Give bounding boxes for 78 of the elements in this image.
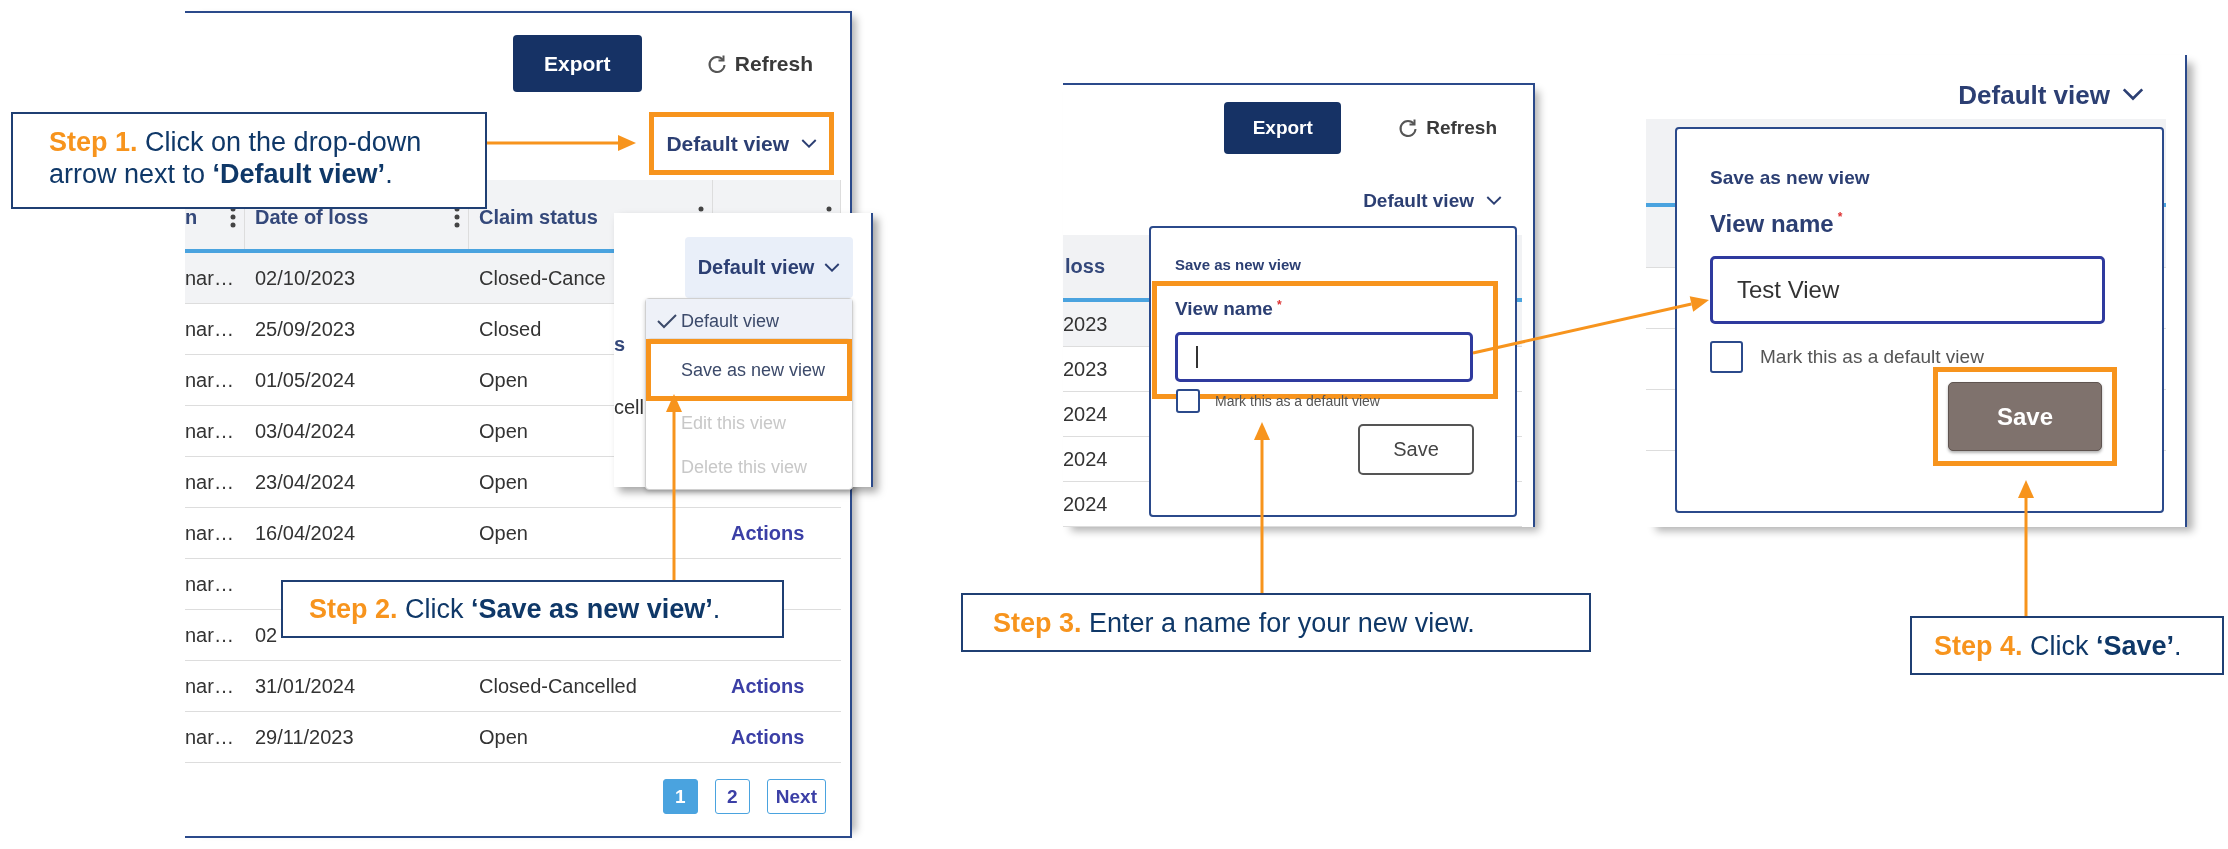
table-cell: nar… — [185, 266, 234, 290]
actions-link[interactable]: Actions — [713, 725, 805, 749]
table-cell: 23/04/2024 — [255, 470, 356, 494]
column-header: n — [185, 206, 198, 229]
table-cell: Closed-Cance — [479, 266, 606, 290]
step-callout: Step 4. Click ‘Save’. — [1910, 616, 2224, 675]
table-cell: 02 — [255, 623, 278, 647]
table-cell: 01/05/2024 — [255, 368, 356, 392]
table-cell: s — [614, 333, 626, 356]
table-cell: nar… — [185, 521, 234, 545]
chevron-down-icon — [801, 138, 817, 149]
actions-link[interactable]: Actions — [713, 521, 805, 545]
refresh-button[interactable]: Refresh — [706, 51, 813, 76]
save-button[interactable]: Save — [1358, 424, 1474, 475]
table-cell: Open — [479, 521, 528, 545]
table-cell: nar… — [185, 623, 234, 647]
table-cell: nar… — [185, 368, 234, 392]
view-dropdown[interactable]: Default view — [685, 237, 853, 298]
page-button[interactable]: Next — [766, 779, 826, 814]
check-icon — [657, 313, 677, 329]
dialog-title: Save as new view — [1710, 167, 1871, 189]
table-cell: nar… — [185, 572, 234, 596]
chevron-down-icon — [824, 262, 841, 273]
export-button[interactable]: Export — [1224, 102, 1342, 154]
table-cell: 02/10/2023 — [255, 266, 356, 290]
table-cell: Open — [479, 470, 528, 494]
column-header: loss — [1064, 255, 1106, 278]
chevron-down-icon — [2122, 88, 2144, 102]
refresh-icon — [1398, 118, 1419, 138]
field-label: View name — [1710, 210, 1834, 238]
step-callout: Step 2. Click ‘Save as new view’. — [281, 580, 784, 638]
table-cell: 2023 — [1063, 357, 1108, 381]
view-dropdown[interactable]: Default view — [649, 112, 834, 175]
table-cell: nar… — [185, 725, 234, 749]
table-cell: nar… — [185, 470, 234, 494]
required-mark: * — [1276, 298, 1282, 312]
page-button[interactable]: 2 — [714, 779, 750, 814]
view-name-field[interactable] — [1175, 332, 1473, 382]
table-cell: nar… — [185, 674, 234, 698]
table-cell: Open — [479, 725, 528, 749]
table-cell: 31/01/2024 — [255, 674, 356, 698]
column-header: Claim status — [479, 206, 598, 229]
table-cell: 2024 — [1063, 402, 1108, 426]
refresh-icon — [706, 53, 727, 74]
table-cell: 03/04/2024 — [255, 419, 356, 443]
table-cell: nar… — [185, 317, 234, 341]
view-name-field[interactable]: Test View — [1710, 256, 2105, 324]
table-cell: 2023 — [1063, 312, 1108, 336]
text-cursor — [1196, 346, 1198, 368]
chevron-down-icon — [1486, 196, 1502, 206]
step-callout: Step 1. Click on the drop-down arrow next to ‘Default view’. — [11, 112, 487, 209]
dialog-title: Save as new view — [1175, 256, 1302, 273]
required-mark: * — [1837, 210, 1843, 224]
table-cell: nar… — [185, 419, 234, 443]
table-cell: 25/09/2023 — [255, 317, 356, 341]
table-cell: Open — [479, 419, 528, 443]
table-cell: Closed — [479, 317, 542, 341]
refresh-button[interactable]: Refresh — [1398, 117, 1497, 139]
table-cell: 2024 — [1063, 447, 1108, 471]
save-button[interactable]: Save — [1948, 382, 2102, 451]
table-cell: 16/04/2024 — [255, 521, 356, 545]
step-callout: Step 3. Enter a name for your new view. — [961, 593, 1591, 652]
view-dropdown[interactable]: Default view — [1953, 75, 2149, 115]
table-cell: Closed-Cancelled — [479, 674, 637, 698]
checkbox-label: Mark this as a default view — [1760, 346, 1984, 368]
actions-link[interactable]: Actions — [713, 674, 805, 698]
checkbox[interactable] — [1710, 341, 1743, 373]
table-cell: 29/11/2023 — [255, 725, 354, 749]
table-cell: Open — [479, 368, 528, 392]
checkbox[interactable] — [1176, 389, 1200, 413]
table-cell: 2024 — [1063, 492, 1108, 516]
export-button[interactable]: Export — [512, 35, 642, 92]
field-label: View name — [1175, 298, 1273, 320]
menu-item[interactable]: Default view — [646, 299, 852, 339]
view-dropdown[interactable]: Default view — [1358, 181, 1507, 221]
menu-item[interactable]: Save as new view — [646, 339, 852, 401]
table-cell: cell — [614, 396, 644, 419]
column-header: Date of loss — [255, 206, 369, 229]
